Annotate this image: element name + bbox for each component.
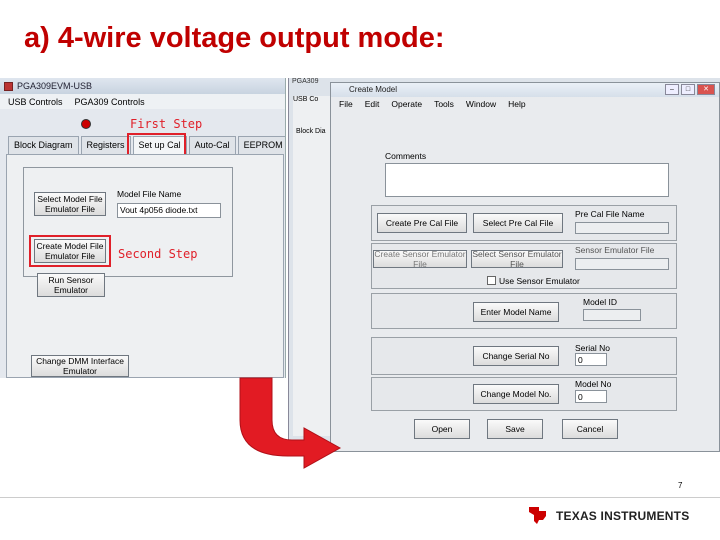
pre-cal-file-label: Pre Cal File Name	[575, 209, 645, 219]
window-controls: – □ ✕	[665, 84, 715, 95]
menu-tools[interactable]: Tools	[434, 99, 454, 109]
create-pre-cal-button[interactable]: Create Pre Cal File	[377, 213, 467, 233]
model-id-field[interactable]	[583, 309, 641, 321]
bg-window-title: PGA309	[292, 78, 319, 85]
status-led-icon	[81, 119, 91, 129]
model-file-field[interactable]: Vout 4p056 diode.txt	[117, 203, 221, 218]
brand-name: TEXAS INSTRUMENTS	[556, 509, 690, 523]
run-sensor-emulator-button[interactable]: Run Sensor Emulator	[37, 273, 105, 297]
footer-divider	[0, 497, 720, 498]
next-step-arrow-icon	[239, 377, 342, 469]
bg-window-tab: Block Dia	[296, 128, 326, 135]
close-icon[interactable]: ✕	[697, 84, 715, 95]
menu-edit[interactable]: Edit	[365, 99, 380, 109]
second-step-label: Second Step	[118, 247, 198, 261]
menu-file[interactable]: File	[339, 99, 353, 109]
pga309-window: PGA309EVM-USB USB Controls PGA309 Contro…	[0, 78, 286, 378]
texas-instruments-logo-icon	[529, 507, 546, 524]
menu-operate[interactable]: Operate	[391, 99, 422, 109]
menu-window[interactable]: Window	[466, 99, 496, 109]
first-step-label: First Step	[130, 117, 203, 131]
comments-label: Comments	[385, 151, 427, 161]
create-sensor-emulator-button[interactable]: Create Sensor Emulator File	[373, 249, 467, 269]
open-button[interactable]: Open	[414, 419, 470, 439]
sensor-emulator-file-field[interactable]	[575, 258, 669, 270]
model-no-label: Model No	[575, 379, 612, 389]
select-model-file-button[interactable]: Select Model File Emulator File	[34, 192, 106, 216]
serial-no-field[interactable]: 0	[575, 353, 607, 366]
select-pre-cal-button[interactable]: Select Pre Cal File	[473, 213, 563, 233]
dialog-menubar: File Edit Operate Tools Window Help	[331, 97, 719, 111]
comments-field[interactable]	[385, 163, 669, 197]
maximize-icon[interactable]: □	[681, 84, 695, 95]
page-number: 7	[678, 481, 683, 490]
menu-usb-controls[interactable]: USB Controls	[8, 97, 63, 107]
create-model-dialog: Create Model – □ ✕ File Edit Operate Too…	[330, 82, 720, 452]
model-id-label: Model ID	[583, 297, 618, 307]
use-sensor-emulator-checkbox[interactable]	[487, 276, 496, 285]
bg-window-menu: USB Co	[293, 96, 319, 103]
change-serial-no-button[interactable]: Change Serial No	[473, 346, 559, 366]
tab-auto-cal[interactable]: Auto-Cal	[188, 136, 236, 154]
change-model-no-button[interactable]: Change Model No.	[473, 384, 559, 404]
app-icon	[4, 81, 13, 91]
use-sensor-emulator-label: Use Sensor Emulator	[499, 276, 580, 286]
enter-model-name-button[interactable]: Enter Model Name	[473, 302, 559, 322]
create-model-highlight	[29, 235, 111, 267]
setup-cal-panel: Select Model File Emulator File Model Fi…	[6, 154, 284, 378]
serial-no-label: Serial No	[575, 343, 610, 353]
menu-pga309-controls[interactable]: PGA309 Controls	[75, 97, 145, 107]
model-no-field[interactable]: 0	[575, 390, 607, 403]
select-sensor-emulator-button[interactable]: Select Sensor Emulator File	[471, 249, 563, 269]
slide-title: a) 4-wire voltage output mode:	[24, 22, 445, 54]
menubar: USB Controls PGA309 Controls	[0, 94, 285, 109]
dialog-titlebar: Create Model – □ ✕	[331, 83, 719, 97]
sensor-emulator-file-label: Sensor Emulator File	[575, 245, 655, 255]
minimize-icon[interactable]: –	[665, 84, 679, 95]
tab-registers[interactable]: Registers	[80, 136, 131, 154]
tab-eeprom[interactable]: EEPROM	[237, 136, 285, 154]
menu-help[interactable]: Help	[508, 99, 525, 109]
cancel-button[interactable]: Cancel	[562, 419, 618, 439]
pre-cal-file-field[interactable]	[575, 222, 669, 234]
window-titlebar: PGA309EVM-USB	[0, 78, 285, 94]
dialog-title: Create Model	[349, 85, 398, 94]
model-file-label: Model File Name	[117, 189, 182, 199]
window-title: PGA309EVM-USB	[17, 81, 93, 91]
tab-block-diagram[interactable]: Block Diagram	[8, 136, 79, 154]
save-button[interactable]: Save	[487, 419, 543, 439]
change-dmm-interface-button[interactable]: Change DMM Interface Emulator	[31, 355, 129, 377]
